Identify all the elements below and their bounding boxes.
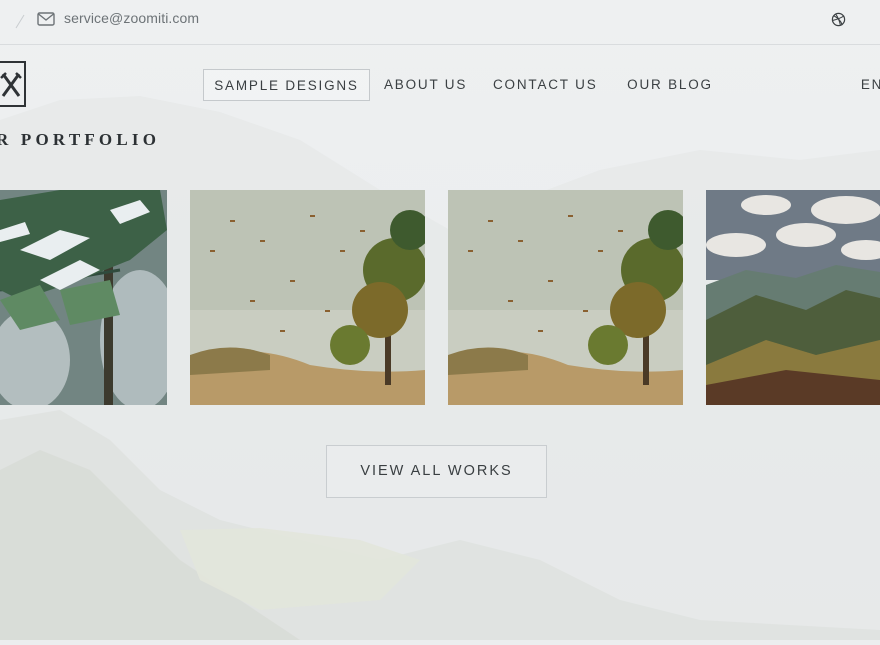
nav-item-our-blog[interactable]: OUR BLOG: [627, 69, 713, 101]
portfolio-item-pine[interactable]: [0, 190, 167, 405]
portfolio-item-mountains[interactable]: [706, 190, 880, 405]
view-all-works-button[interactable]: VIEW ALL WORKS: [326, 445, 547, 498]
language-selector[interactable]: EN: [860, 69, 880, 101]
main-nav: SAMPLE DESIGNS ABOUT US CONTACT US OUR B…: [0, 69, 880, 101]
portfolio-title: R PORTFOLIO: [0, 130, 161, 149]
divider-slash: [15, 14, 25, 29]
contact-email[interactable]: service@zoomiti.com: [64, 10, 199, 26]
mail-icon: [37, 12, 55, 26]
portfolio-gallery: [0, 190, 880, 405]
top-bar: service@zoomiti.com: [0, 0, 880, 45]
nav-item-about-us[interactable]: ABOUT US: [384, 69, 465, 101]
portfolio-item-autumn-2[interactable]: [448, 190, 683, 405]
nav-item-sample-designs[interactable]: SAMPLE DESIGNS: [203, 69, 370, 101]
nav-item-contact-us[interactable]: CONTACT US: [493, 69, 597, 101]
portfolio-item-autumn-1[interactable]: [190, 190, 425, 405]
dribbble-icon[interactable]: [831, 12, 846, 27]
